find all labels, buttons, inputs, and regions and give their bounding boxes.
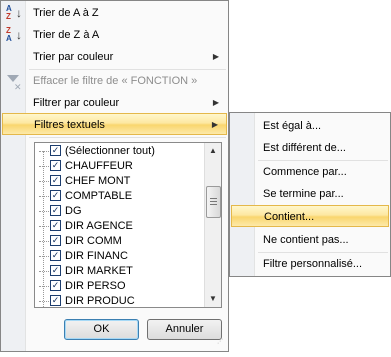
- list-scrollbar[interactable]: ▲ ▼: [204, 143, 221, 307]
- list-item-label: CHAUFFEUR: [65, 160, 133, 172]
- list-item[interactable]: ✓ DIR COMM: [39, 234, 122, 249]
- checkbox-checked[interactable]: ✓: [50, 159, 61, 171]
- list-item-label: DIR PRODUC: [65, 295, 135, 307]
- list-item[interactable]: ✓ COMPTABLE: [39, 189, 132, 204]
- submenu-item-label: Est différent de...: [263, 142, 346, 154]
- menu-item-label: Trier de A à Z: [33, 7, 99, 19]
- submenu-item-ends-with[interactable]: Se termine par...: [231, 183, 389, 205]
- list-item-label: DG: [65, 205, 82, 217]
- checkbox-checked[interactable]: ✓: [50, 144, 61, 156]
- list-item-label: DIR MARKET: [65, 265, 133, 277]
- submenu-item-begins-with[interactable]: Commence par...: [231, 161, 389, 183]
- scroll-up-arrow-icon[interactable]: ▲: [205, 143, 221, 159]
- checkbox-checked[interactable]: ✓: [50, 249, 61, 261]
- list-item[interactable]: ✓ DG: [39, 204, 82, 219]
- menu-item-text-filters[interactable]: Filtres textuels ▶: [2, 113, 227, 135]
- submenu-item-contains[interactable]: Contient...: [231, 205, 389, 227]
- checkbox-checked[interactable]: ✓: [50, 174, 61, 186]
- checkbox-checked[interactable]: ✓: [50, 204, 61, 216]
- submenu-item-does-not-contain[interactable]: Ne contient pas...: [231, 229, 389, 251]
- checkbox-checked[interactable]: ✓: [50, 264, 61, 276]
- menu-item-sort-by-color[interactable]: Trier par couleur ▶: [2, 46, 227, 68]
- checkbox-checked[interactable]: ✓: [50, 189, 61, 201]
- submenu-item-equals[interactable]: Est égal à...: [231, 115, 389, 137]
- submenu-arrow-icon: ▶: [212, 98, 219, 107]
- scroll-down-arrow-icon[interactable]: ▼: [205, 291, 221, 307]
- list-item-select-all[interactable]: ✓ (Sélectionner tout): [39, 144, 155, 159]
- submenu-item-label: Commence par...: [263, 166, 347, 178]
- menu-item-label: Effacer le filtre de « FONCTION »: [33, 75, 198, 87]
- menu-item-sort-az[interactable]: A Z ↓ Trier de A à Z: [2, 2, 227, 24]
- checkbox-checked[interactable]: ✓: [50, 279, 61, 291]
- menu-item-label: Trier par couleur: [33, 51, 114, 63]
- scrollbar-thumb[interactable]: [206, 186, 221, 218]
- menu-item-filter-by-color[interactable]: Filtrer par couleur ▶: [2, 92, 227, 114]
- list-item-label: DIR COMM: [65, 235, 122, 247]
- menu-item-label: Filtrer par couleur: [33, 97, 120, 109]
- checkbox-checked[interactable]: ✓: [50, 294, 61, 306]
- list-item-label: DIR FINANC: [65, 250, 128, 262]
- values-checklist[interactable]: ✓ (Sélectionner tout) ✓ CHAUFFEUR ✓ CHEF MO…: [34, 142, 222, 308]
- submenu-item-label: Est égal à...: [263, 120, 322, 132]
- list-item[interactable]: ✓ DIR PERSO: [39, 279, 126, 294]
- menu-item-sort-za[interactable]: Z A ↓ Trier de Z à A: [2, 24, 227, 46]
- menu-separator: [29, 137, 226, 138]
- list-item[interactable]: ✓ DIR MARKET: [39, 264, 133, 279]
- list-item[interactable]: ✓ CHEF MONT: [39, 174, 130, 189]
- submenu-arrow-icon: ▶: [211, 120, 218, 129]
- ok-button[interactable]: OK: [64, 319, 139, 340]
- list-item[interactable]: ✓ DIR FINANC: [39, 249, 128, 264]
- list-item-label: CHEF MONT: [65, 175, 131, 187]
- list-item-label: DIR AGENCE: [65, 220, 133, 232]
- list-item[interactable]: ✓ DIR PRODUC: [39, 294, 135, 307]
- menu-item-label: Trier de Z à A: [33, 29, 100, 41]
- checkbox-checked[interactable]: ✓: [50, 234, 61, 246]
- submenu-item-label: Contient...: [264, 211, 315, 223]
- list-item-label: COMPTABLE: [65, 190, 133, 202]
- list-item[interactable]: ✓ DIR AGENCE: [39, 219, 133, 234]
- submenu-item-label: Filtre personnalisé...: [263, 258, 363, 270]
- submenu-item-not-equals[interactable]: Est différent de...: [231, 137, 389, 159]
- sort-az-icon: A Z ↓: [6, 4, 22, 21]
- autofilter-menu: A Z ↓ Trier de A à Z Z A ↓ Trier de Z à A Tr…: [0, 0, 229, 352]
- checkbox-checked[interactable]: ✓: [50, 219, 61, 231]
- menu-item-clear-filter: ✕ Effacer le filtre de « FONCTION »: [2, 70, 227, 92]
- sort-za-icon: Z A ↓: [6, 26, 22, 43]
- submenu-item-custom-filter[interactable]: Filtre personnalisé...: [231, 253, 389, 275]
- resize-grip-icon[interactable]: ⋰: [217, 339, 225, 348]
- submenu-item-label: Se termine par...: [263, 188, 344, 200]
- list-item-label: DIR PERSO: [65, 280, 126, 292]
- cancel-button[interactable]: Annuler: [147, 319, 222, 340]
- submenu-item-label: Ne contient pas...: [263, 234, 349, 246]
- submenu-arrow-icon: ▶: [212, 52, 219, 61]
- text-filters-submenu: Est égal à... Est différent de... Commen…: [229, 112, 391, 277]
- list-item[interactable]: ✓ CHAUFFEUR: [39, 159, 133, 174]
- menu-item-label: Filtres textuels: [34, 119, 105, 131]
- list-item-label: (Sélectionner tout): [65, 145, 155, 157]
